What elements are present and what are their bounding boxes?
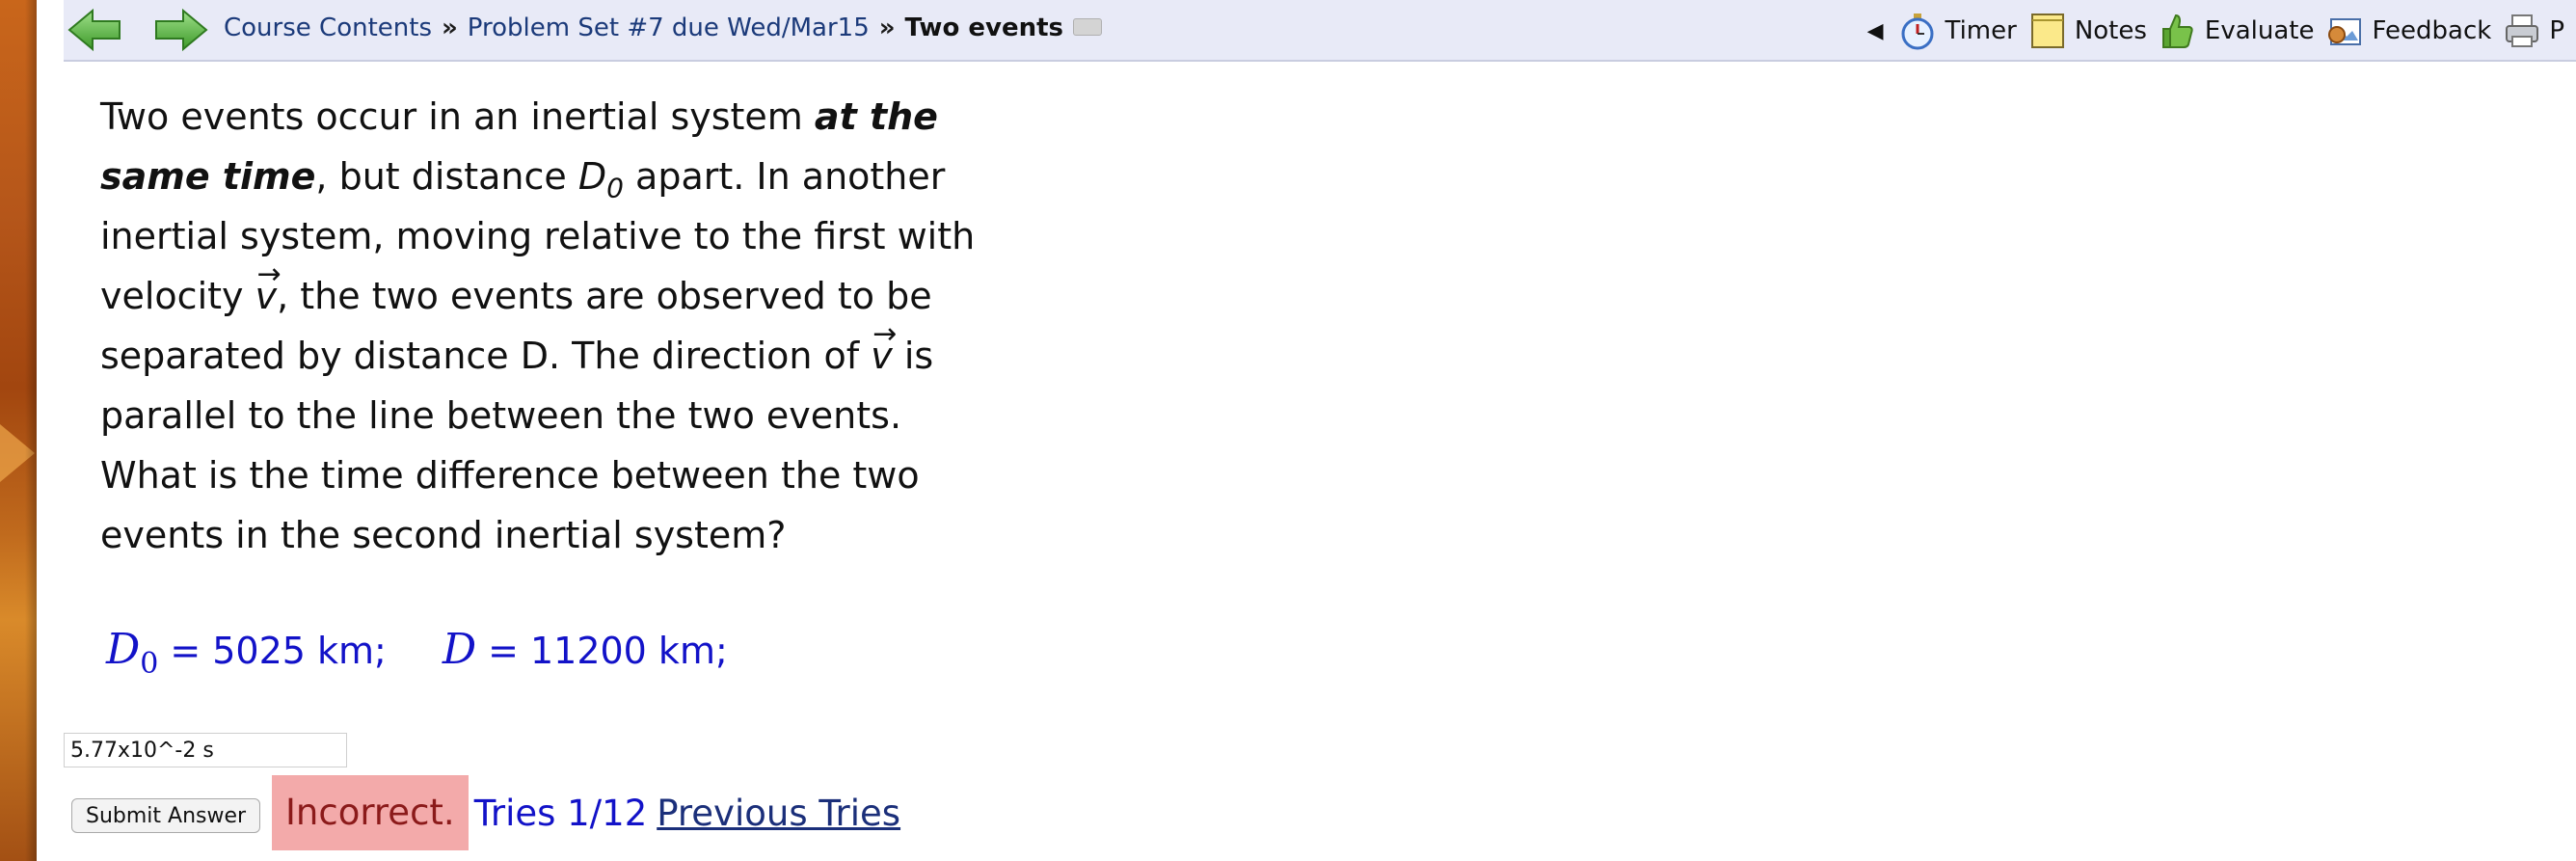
incorrect-badge: Incorrect. [272,775,469,850]
thumbs-up-icon [2159,12,2197,50]
given-values: D0 = 5025 km; D = 11200 km; [106,625,728,681]
notepad-icon [2028,12,2067,50]
breadcrumb-separator: » [878,13,896,42]
variable-d0-symbol: D [577,155,607,198]
printer-icon [2503,12,2541,50]
problem-text: , but distance [315,155,578,198]
notes-label: Notes [2074,16,2147,45]
breadcrumb-separator: » [442,13,458,42]
velocity-vector: v [871,305,897,386]
timer-label: Timer [1945,16,2017,45]
evaluate-button[interactable]: Evaluate [2159,12,2315,50]
feedback-button[interactable]: Feedback [2325,12,2491,50]
problem-question: What is the time difference between the … [100,454,920,556]
timer-button[interactable]: Timer [1898,12,2017,50]
submit-answer-button[interactable]: Submit Answer [71,798,261,833]
equals-sign: = [488,630,519,672]
side-decor-strip [0,0,37,861]
equals-sign: = [170,630,201,672]
print-button[interactable]: P [2503,12,2564,50]
back-arrow-icon[interactable] [67,8,121,52]
print-label: P [2549,16,2564,45]
variable-d0: D0 [577,155,624,202]
velocity-vector: v [255,245,282,326]
navigation-bar: Course Contents » Problem Set #7 due Wed/M… [64,0,2576,62]
given-d0-subscript: 0 [140,647,159,681]
collapse-arrow-icon[interactable]: ◀ [1867,19,1884,43]
side-decor-wedge [0,424,35,482]
evaluate-label: Evaluate [2204,16,2315,45]
notes-button[interactable]: Notes [2028,12,2147,50]
stopwatch-icon [1898,12,1937,50]
breadcrumb-current-page: Two events [904,13,1063,42]
given-d0-symbol: D [106,625,141,674]
breadcrumb-course-contents[interactable]: Course Contents [224,13,432,42]
given-d-symbol: D [442,625,477,674]
variable-d0-subscript: 0 [606,172,624,204]
answer-input[interactable] [64,733,347,767]
tools-menu: ◀ Timer Notes Evaluate Feedback P [1867,8,2576,54]
answer-status: Incorrect. Tries 1/12 Previous Tries [272,775,900,850]
forward-arrow-icon[interactable] [154,8,208,52]
feedback-label: Feedback [2372,16,2492,45]
previous-tries-link[interactable]: Previous Tries [657,793,900,834]
keyboard-icon[interactable] [1073,17,1102,36]
breadcrumb-problem-set[interactable]: Problem Set #7 due Wed/Mar15 [468,13,870,42]
feedback-icon [2325,12,2364,50]
problem-text: Two events occur in an inertial system [100,95,815,138]
problem-statement: Two events occur in an inertial system a… [100,87,1045,565]
breadcrumb: Course Contents » Problem Set #7 due Wed/M… [224,13,1102,42]
given-d0-value: 5025 km; [212,630,387,672]
tries-count: Tries 1/12 [473,792,648,834]
given-d-value: 11200 km; [529,630,728,672]
